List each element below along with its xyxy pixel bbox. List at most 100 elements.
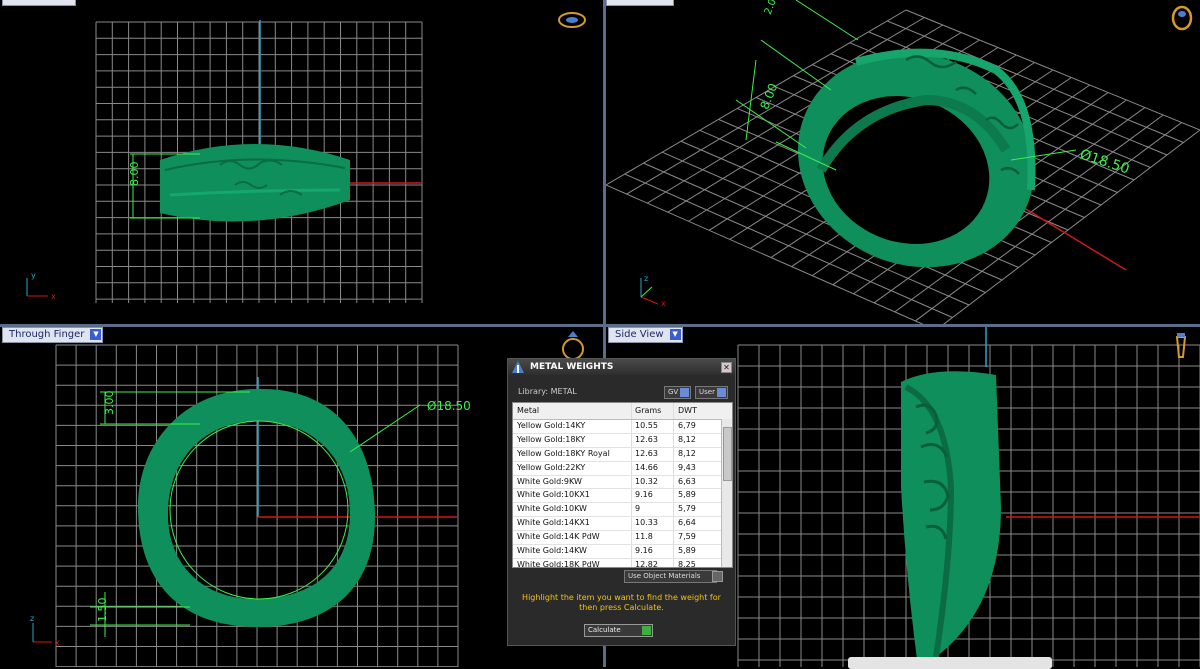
calculate-label: Calculate: [588, 626, 621, 634]
dwt-cell: 8,12: [678, 434, 696, 444]
panel-title-bar[interactable]: METAL WEIGHTS ✕: [508, 359, 735, 375]
dim-line: [760, 39, 832, 91]
view-selector-through-finger[interactable]: Through Finger ▼: [2, 327, 104, 343]
gv-label: GV: [668, 388, 679, 396]
triad-z-label: z: [30, 614, 34, 623]
dwt-cell: 8,12: [678, 448, 696, 458]
triad-z-label: z: [644, 274, 648, 283]
grams-cell: 14.66: [632, 461, 674, 475]
metal-cell: Yellow Gold:14KY: [513, 420, 632, 433]
view-selector-label: Side View: [615, 329, 664, 340]
table-row[interactable]: Yellow Gold:22KY 14.66 9,43: [513, 461, 732, 476]
front-view-canvas: 8.00 y x: [26, 12, 586, 303]
triad-x-label: x: [55, 638, 60, 647]
triad-y: [640, 286, 653, 298]
metal-cell: White Gold:10KW: [513, 503, 632, 517]
dim-line: [745, 59, 757, 141]
user-library-button[interactable]: User: [695, 386, 728, 399]
use-object-materials-checkbox[interactable]: [712, 571, 723, 582]
play-icon: [642, 626, 651, 635]
dwt-cell: 6,64: [678, 518, 696, 528]
ring-view-icon: [562, 331, 584, 360]
dwt-cell: 6,79: [678, 421, 696, 430]
grams-cell: 9.16: [632, 545, 674, 558]
panel-title: METAL WEIGHTS: [530, 362, 614, 372]
ring-view-icon: [558, 12, 586, 28]
metal-cell: White Gold:14KX1: [513, 517, 632, 531]
metal-cell: Yellow Gold:18KY: [513, 433, 632, 447]
table-row[interactable]: White Gold:10KW 9 5,79: [513, 503, 732, 518]
grams-cell: 10.32: [632, 475, 674, 489]
table-header: Metal Grams DWT: [513, 403, 732, 420]
chevron-down-icon[interactable]: ▼: [90, 329, 102, 340]
table-scrollbar[interactable]: [721, 419, 732, 567]
calculate-button[interactable]: Calculate: [584, 624, 653, 637]
grams-cell: 10.55: [632, 420, 674, 433]
dim-top-thickness: 3.00: [103, 391, 116, 416]
table-row[interactable]: White Gold:14KW 9.16 5,89: [513, 545, 732, 559]
metal-cell: White Gold:10KX1: [513, 489, 632, 503]
dwt-cell: 8,25: [678, 559, 696, 568]
table-body: Yellow Gold:14KY 10.55 6,79 Yellow Gold:18K…: [513, 420, 732, 568]
triad-x-label: x: [661, 299, 666, 308]
dim-line: [795, 0, 859, 41]
library-label: Library: METAL: [518, 387, 577, 396]
table-row[interactable]: White Gold:14KX1 10.33 6,64: [513, 517, 732, 532]
table-row[interactable]: Yellow Gold:18KY 12.63 8,12: [513, 433, 732, 448]
dwt-cell: 5,79: [678, 504, 696, 514]
table-row[interactable]: White Gold:14K PdW 11.8 7,59: [513, 531, 732, 546]
grams-cell: 11.8: [632, 531, 674, 545]
column-header-dwt[interactable]: DWT: [674, 403, 723, 419]
column-header-metal[interactable]: Metal: [513, 403, 632, 419]
ring-view-icon: [1171, 5, 1193, 31]
viewport-front[interactable]: 8.00 y x: [0, 0, 603, 324]
grams-cell: 10.33: [632, 517, 674, 531]
view-selector-label: Through Finger: [9, 329, 85, 340]
view-selector-side-view[interactable]: Side View ▼: [608, 327, 683, 343]
triad-x: [640, 296, 659, 305]
grams-cell: 12.82: [632, 558, 674, 567]
dwt-cell: 7,59: [678, 532, 696, 542]
dim-persp-small: 2.00: [763, 0, 782, 16]
close-icon[interactable]: ✕: [721, 362, 732, 373]
grams-cell: 12.63: [632, 447, 674, 461]
metal-cell: Yellow Gold:22KY: [513, 461, 632, 475]
table-row[interactable]: White Gold:10KX1 9.16 5,89: [513, 489, 732, 504]
triad-y-label: y: [31, 271, 36, 280]
triad-x-label: x: [51, 292, 56, 301]
metal-weights-panel[interactable]: METAL WEIGHTS ✕ Library: METAL GV User M…: [507, 358, 736, 646]
gv-toggle-icon: [680, 388, 690, 397]
metal-cell: White Gold:14K PdW: [513, 531, 632, 545]
dim-persp-diameter: Ø18.50: [1078, 147, 1132, 178]
user-label: User: [699, 388, 715, 396]
metal-cell: White Gold:9KW: [513, 475, 632, 489]
chevron-down-icon[interactable]: ▼: [669, 329, 681, 340]
metal-cell: White Gold:14KW: [513, 545, 632, 558]
column-header-grams[interactable]: Grams: [632, 403, 674, 419]
dwt-cell: 5,89: [678, 546, 696, 556]
grams-cell: 9.16: [632, 489, 674, 503]
metal-table[interactable]: Metal Grams DWT Yellow Gold:14KY 10.55 6,7…: [512, 402, 733, 568]
dwt-cell: 6,63: [678, 476, 696, 486]
dim-through-diameter: Ø18.50: [427, 399, 471, 413]
table-row[interactable]: Yellow Gold:18KY Royal 12.63 8,12: [513, 447, 732, 462]
dim-front-height: 8.00: [128, 162, 141, 187]
table-row[interactable]: White Gold:18K PdW 12.82 8,25: [513, 558, 732, 568]
dim-line: [349, 404, 421, 453]
dwt-cell: 9,43: [678, 462, 696, 472]
user-toggle-icon: [716, 388, 726, 397]
dim-bottom-thickness: 1.50: [96, 598, 109, 623]
perspective-view-canvas: 8.00 2.00 Ø18.50 z x: [606, 0, 1200, 324]
grams-cell: 12.63: [632, 433, 674, 447]
bottom-tab-strip[interactable]: [848, 657, 1052, 669]
scrollbar-thumb[interactable]: [723, 427, 732, 481]
table-row[interactable]: White Gold:9KW 10.32 6,63: [513, 475, 732, 490]
gv-library-button[interactable]: GV: [664, 386, 692, 399]
metal-cell: White Gold:18K PdW: [513, 558, 632, 567]
metal-cell: Yellow Gold:18KY Royal: [513, 447, 632, 461]
table-row[interactable]: Yellow Gold:14KY 10.55 6,79: [513, 420, 732, 434]
use-object-materials-option[interactable]: Use Object Materials: [624, 570, 717, 583]
viewport-perspective[interactable]: 8.00 2.00 Ø18.50 z x: [606, 0, 1200, 324]
panel-hint: Highlight the item you want to find the …: [522, 593, 721, 612]
scale-icon: [512, 361, 524, 373]
